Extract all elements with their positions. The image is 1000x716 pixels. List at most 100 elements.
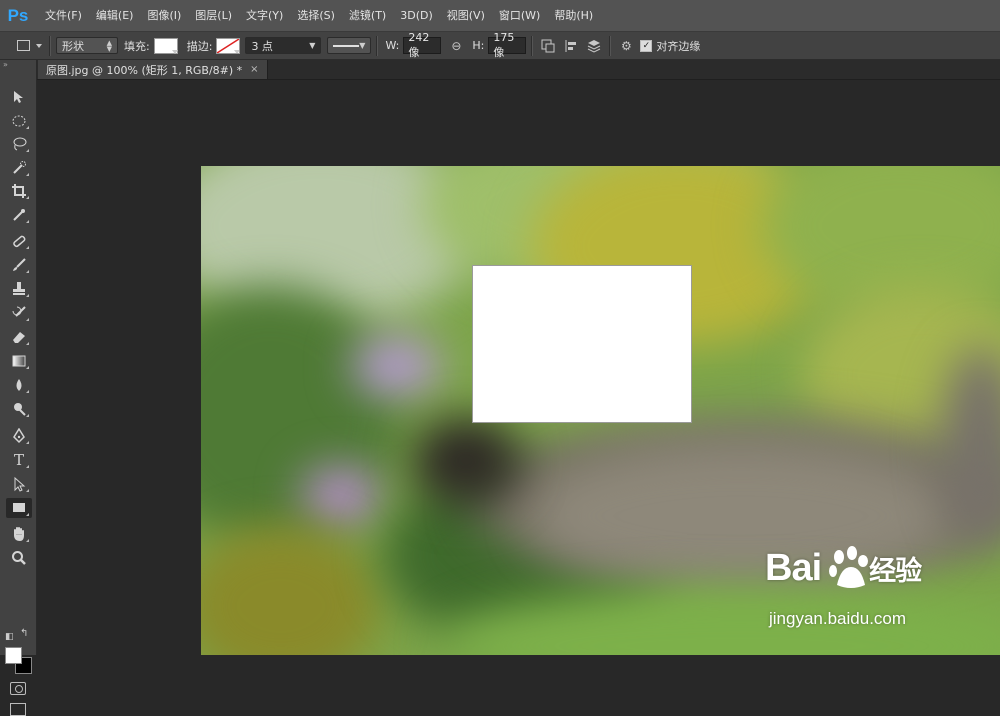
menu-view[interactable]: 视图(V)	[440, 0, 492, 31]
divider	[531, 35, 534, 56]
foreground-color-swatch[interactable]	[5, 647, 22, 664]
align-edges-label: 对齐边缘	[656, 39, 701, 53]
drop-glyph	[16, 379, 22, 391]
brush-tool-icon[interactable]	[6, 255, 32, 275]
stroke-type-select[interactable]: ▼	[327, 37, 372, 54]
align-glyph	[565, 39, 577, 52]
rectangle-glyph	[13, 503, 25, 512]
gear-icon[interactable]: ⚙	[616, 36, 636, 56]
watermark-brand-suffix: 经验	[869, 556, 922, 586]
rectangle-icon	[16, 40, 30, 51]
height-label: H:	[472, 39, 485, 52]
document-tab-title: 原图.jpg @ 100% (矩形 1, RGB/8#) *	[46, 63, 243, 77]
divider	[609, 35, 612, 56]
healing-brush-tool-icon[interactable]	[6, 231, 32, 251]
photoshop-logo: Ps	[7, 5, 29, 25]
hand-tool-icon[interactable]	[6, 524, 32, 544]
move-glyph	[14, 91, 23, 103]
menu-window[interactable]: 窗口(W)	[492, 0, 547, 31]
menu-edit[interactable]: 编辑(E)	[89, 0, 141, 31]
stroke-color-swatch[interactable]	[216, 37, 241, 54]
document-tab[interactable]: 原图.jpg @ 100% (矩形 1, RGB/8#) * ×	[38, 60, 268, 79]
path-operations-icon[interactable]	[538, 36, 558, 56]
tool-preset-picker[interactable]	[14, 36, 44, 56]
path-selection-tool-icon[interactable]	[6, 474, 32, 494]
dodge-glyph	[14, 403, 26, 416]
height-input[interactable]: 175 像	[488, 31, 527, 59]
rectangle-shape-layer[interactable]	[472, 265, 692, 423]
chevron-down-icon	[234, 49, 240, 53]
shape-mode-value: 形状	[62, 39, 84, 53]
eyedropper-tool-icon[interactable]	[6, 205, 32, 225]
menu-filter[interactable]: 滤镜(T)	[342, 0, 393, 31]
divider	[49, 35, 51, 56]
menu-image[interactable]: 图像(I)	[140, 0, 188, 31]
quick-selection-tool-icon[interactable]	[6, 158, 32, 178]
clone-stamp-tool-icon[interactable]	[6, 279, 32, 299]
screen-mode-icon[interactable]	[10, 703, 26, 716]
menu-help[interactable]: 帮助(H)	[547, 0, 600, 31]
stack-glyph	[588, 39, 601, 53]
eraser-tool-icon[interactable]	[6, 327, 32, 347]
chevron-down-icon	[35, 43, 42, 48]
menu-select[interactable]: 选择(S)	[290, 0, 342, 31]
dodge-tool-icon[interactable]	[6, 399, 32, 419]
menu-3d[interactable]: 3D(D)	[393, 0, 440, 31]
path-alignment-icon[interactable]	[561, 36, 581, 56]
marquee-tool-icon[interactable]	[6, 111, 32, 131]
photo-blur-region	[351, 336, 441, 396]
chevron-down-icon	[171, 49, 178, 54]
width-label: W:	[385, 39, 400, 52]
brush-select-glyph	[13, 161, 26, 174]
magnifier-glyph	[12, 551, 26, 565]
width-input[interactable]: 242 像	[403, 31, 442, 59]
type-tool-icon[interactable]: T	[6, 450, 32, 470]
divider	[376, 35, 379, 56]
blur-tool-icon[interactable]	[6, 375, 32, 395]
shape-mode-select[interactable]: 形状 ▲ ▼	[56, 37, 118, 54]
brush-glyph	[13, 258, 26, 271]
chevron-down-icon: ▼	[359, 40, 366, 50]
stamp-glyph	[13, 282, 25, 295]
hand-glyph	[14, 527, 24, 541]
history-brush-glyph	[12, 306, 26, 317]
stroke-size-select[interactable]: 3 点 ▼	[245, 37, 322, 54]
eyedropper-glyph	[13, 209, 25, 221]
gradient-tool-icon[interactable]	[6, 351, 32, 371]
menu-type[interactable]: 文字(Y)	[239, 0, 290, 31]
lasso-tool-icon[interactable]	[6, 134, 32, 154]
toolbox-panel: » T ◧ ↰	[0, 60, 37, 716]
align-edges-checkbox[interactable]: ✓	[640, 39, 653, 52]
collapse-grip-icon[interactable]: »	[0, 60, 36, 70]
menu-bar: Ps 文件(F) 编辑(E) 图像(I) 图层(L) 文字(Y) 选择(S) 滤…	[0, 0, 1000, 32]
fill-color-swatch[interactable]	[153, 37, 178, 54]
move-tool-icon[interactable]	[6, 87, 32, 107]
zoom-tool-icon[interactable]	[6, 548, 32, 568]
rectangle-tool-icon[interactable]	[6, 498, 32, 518]
link-icon[interactable]: ⊖	[446, 36, 466, 56]
close-icon[interactable]: ×	[250, 64, 258, 75]
stroke-label: 描边:	[186, 39, 213, 53]
crop-tool-icon[interactable]	[6, 181, 32, 201]
quick-mask-icon[interactable]	[10, 682, 26, 695]
path-arrangement-icon[interactable]	[584, 36, 604, 56]
eraser-glyph	[13, 332, 25, 343]
options-bar: 形状 ▲ ▼ 填充: 描边: 3 点 ▼ ▼ W: 242 像 ⊖ H: 175 …	[0, 31, 1000, 60]
ellipse-marquee-glyph	[12, 115, 26, 127]
menu-layer[interactable]: 图层(L)	[188, 0, 239, 31]
watermark-site: jingyan.baidu.com	[769, 609, 907, 628]
path-ops-glyph	[541, 39, 555, 52]
photo-blur-region	[201, 526, 381, 655]
document-tab-bar: 原图.jpg @ 100% (矩形 1, RGB/8#) * ×	[0, 60, 1000, 80]
pen-tool-icon[interactable]	[6, 426, 32, 446]
default-colors-icon[interactable]: ◧	[5, 632, 14, 642]
photo-blur-region	[411, 416, 521, 506]
swap-colors-icon[interactable]: ↰	[20, 628, 28, 639]
chevron-down-icon: ▼	[309, 40, 316, 50]
history-brush-tool-icon[interactable]	[6, 303, 32, 323]
fill-label: 填充:	[124, 39, 150, 53]
crop-glyph	[12, 184, 26, 198]
menu-file[interactable]: 文件(F)	[38, 0, 89, 31]
paw-logo-icon	[829, 546, 868, 588]
stepper-arrows-icon: ▲ ▼	[106, 38, 112, 53]
